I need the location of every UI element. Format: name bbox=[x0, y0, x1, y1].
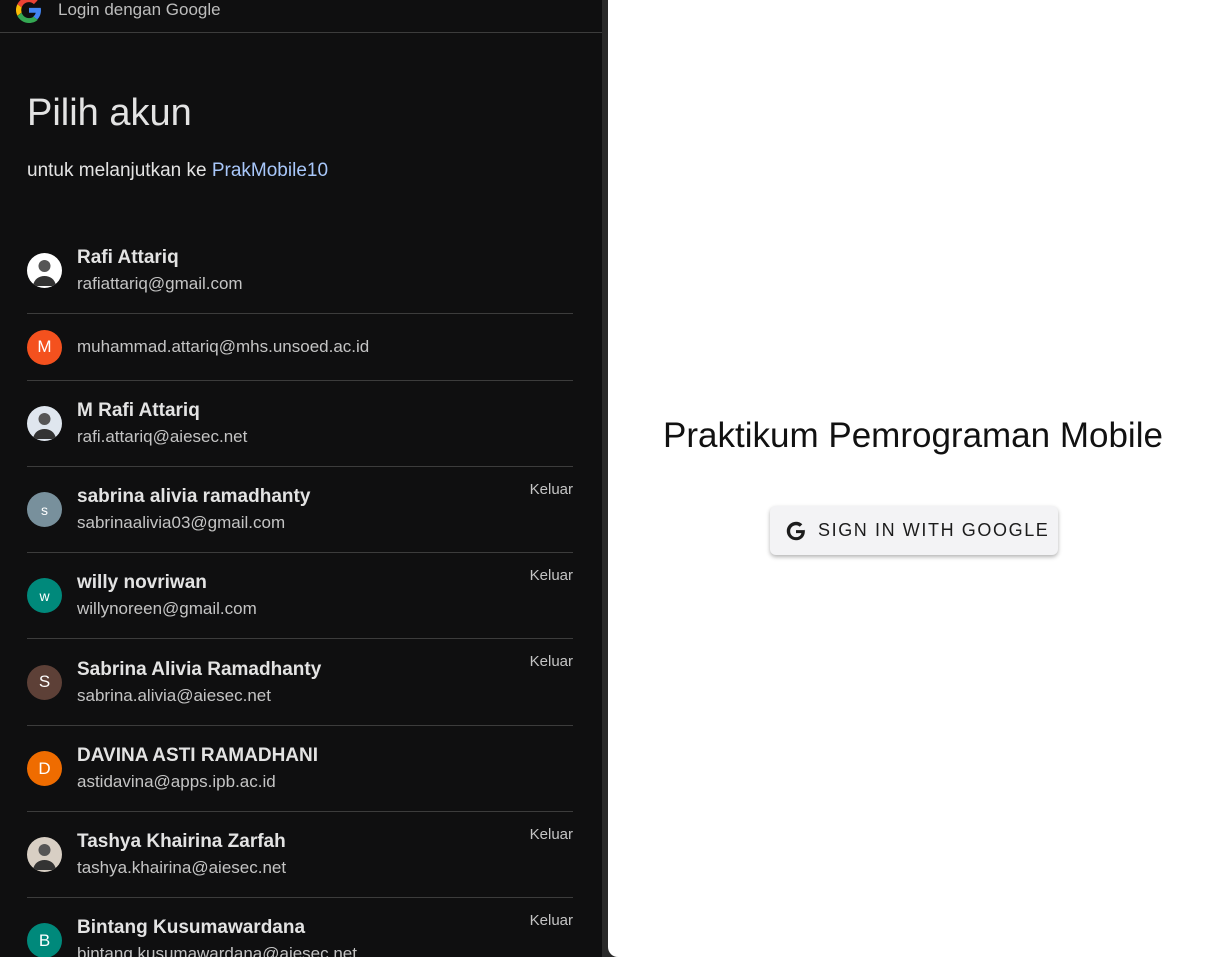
account-list: Rafi Attariq rafiattariq@gmail.com Mmuhamm… bbox=[27, 228, 573, 957]
account-item[interactable]: Mmuhammad.attariq@mhs.unsoed.ac.id bbox=[27, 314, 573, 381]
avatar bbox=[27, 837, 62, 872]
profile-photo-icon bbox=[33, 844, 56, 870]
account-text: Sabrina Alivia Ramadhanty sabrina.alivia@… bbox=[77, 658, 321, 707]
avatar: D bbox=[27, 751, 62, 786]
popup-header: Login dengan Google bbox=[0, 0, 602, 33]
google-logo-icon bbox=[16, 0, 41, 23]
account-item[interactable]: Rafi Attariq rafiattariq@gmail.com bbox=[27, 228, 573, 314]
account-email: tashya.khairina@aiesec.net bbox=[77, 858, 287, 877]
account-email: bintang.kusumawardana@aiesec.net bbox=[77, 944, 357, 957]
account-name: Rafi Attariq bbox=[77, 247, 179, 268]
subheading-prefix: untuk melanjutkan ke bbox=[27, 160, 207, 181]
avatar-letter: M bbox=[37, 337, 52, 356]
app-name-link[interactable]: PrakMobile10 bbox=[212, 160, 328, 181]
account-name: Tashya Khairina Zarfah bbox=[77, 831, 286, 852]
account-item[interactable]: D DAVINA ASTI RAMADHANI astidavina@apps.ip… bbox=[27, 726, 573, 812]
profile-photo-icon bbox=[33, 260, 56, 286]
avatar-letter: D bbox=[38, 758, 51, 778]
account-text: Tashya Khairina Zarfah tashya.khairina@ai… bbox=[77, 830, 286, 879]
avatar: w bbox=[27, 578, 62, 613]
account-text: Rafi Attariq rafiattariq@gmail.com bbox=[77, 246, 243, 295]
account-item[interactable]: B Bintang Kusumawardana bintang.kusumaward… bbox=[27, 898, 573, 957]
account-name: sabrina alivia ramadhanty bbox=[77, 486, 311, 507]
google-account-chooser: Login dengan Google Pilih akun untuk mel… bbox=[0, 0, 602, 957]
account-name: Bintang Kusumawardana bbox=[77, 917, 306, 938]
sign-out-link[interactable]: Keluar bbox=[530, 826, 573, 843]
account-item[interactable]: M Rafi Attariq rafi.attariq@aiesec.net bbox=[27, 381, 573, 467]
account-text: willy novriwan willynoreen@gmail.com bbox=[77, 571, 257, 620]
account-item[interactable]: Tashya Khairina Zarfah tashya.khairina@ai… bbox=[27, 812, 573, 898]
account-email: astidavina@apps.ipb.ac.id bbox=[77, 772, 276, 791]
account-email: rafi.attariq@aiesec.net bbox=[77, 427, 248, 446]
avatar: S bbox=[27, 664, 62, 700]
avatar bbox=[27, 406, 62, 441]
account-email: muhammad.attariq@mhs.unsoed.ac.id bbox=[77, 337, 370, 356]
account-item[interactable]: w willy novriwan willynoreen@gmail.com Kelu… bbox=[27, 553, 573, 639]
google-g-icon bbox=[786, 521, 806, 540]
account-name: M Rafi Attariq bbox=[77, 400, 200, 421]
account-name: Sabrina Alivia Ramadhanty bbox=[77, 658, 322, 680]
popup-header-title: Login dengan Google bbox=[58, 0, 221, 19]
sign-out-link[interactable]: Keluar bbox=[530, 912, 573, 929]
avatar: B bbox=[27, 923, 62, 957]
avatar-letter: w bbox=[39, 587, 50, 604]
account-text: Bintang Kusumawardana bintang.kusumawarda… bbox=[77, 916, 357, 957]
account-email: sabrina.alivia@aiesec.net bbox=[77, 685, 271, 705]
account-email: willynoreen@gmail.com bbox=[77, 599, 257, 618]
account-name: DAVINA ASTI RAMADHANI bbox=[77, 745, 319, 766]
app-title: Praktikum Pemrograman Mobile bbox=[663, 416, 1163, 455]
avatar: M bbox=[27, 329, 62, 365]
account-email: sabrinaalivia03@gmail.com bbox=[77, 513, 286, 532]
account-item[interactable]: s sabrina alivia ramadhanty sabrinaalivia0… bbox=[27, 467, 573, 553]
avatar-letter: B bbox=[38, 930, 51, 950]
sign-out-link[interactable]: Keluar bbox=[530, 481, 573, 498]
sign-out-link[interactable]: Keluar bbox=[530, 567, 573, 584]
sign-out-link[interactable]: Keluar bbox=[530, 653, 573, 670]
account-name: willy novriwan bbox=[77, 572, 207, 593]
account-text: M Rafi Attariq rafi.attariq@aiesec.net bbox=[77, 399, 247, 448]
profile-photo-icon bbox=[33, 413, 56, 439]
avatar bbox=[27, 253, 62, 288]
account-text: sabrina alivia ramadhanty sabrinaalivia03… bbox=[77, 485, 310, 534]
account-text: muhammad.attariq@mhs.unsoed.ac.id bbox=[77, 336, 369, 358]
avatar-letter: s bbox=[41, 501, 48, 518]
sign-in-with-google-button[interactable]: SIGN IN WITH GOOGLE bbox=[770, 506, 1058, 555]
avatar-letter: S bbox=[38, 672, 51, 691]
account-text: DAVINA ASTI RAMADHANI astidavina@apps.ipb… bbox=[77, 744, 318, 793]
avatar: s bbox=[27, 492, 62, 527]
account-email: rafiattariq@gmail.com bbox=[77, 274, 243, 293]
account-item[interactable]: S Sabrina Alivia Ramadhanty sabrina.alivia… bbox=[27, 639, 573, 726]
sign-in-label: SIGN IN WITH GOOGLE bbox=[818, 520, 1050, 540]
page-title: Pilih akun bbox=[27, 92, 192, 134]
subheading: untuk melanjutkan ke PrakMobile10 bbox=[27, 160, 328, 182]
app-window: Praktikum Pemrograman Mobile SIGN IN WIT… bbox=[608, 0, 1218, 957]
